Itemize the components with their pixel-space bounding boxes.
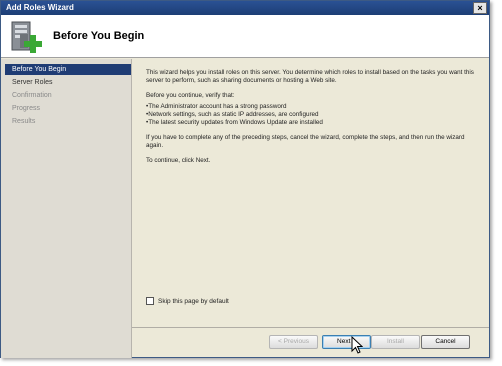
prerequisite-list: The Administrator account has a strong p… (146, 103, 476, 127)
intro-text: This wizard helps you install roles on t… (146, 69, 474, 84)
mouse-cursor-icon (351, 336, 363, 354)
footer-divider (132, 327, 489, 328)
wizard-step-sidebar: Before You Begin Server Roles Confirmati… (1, 59, 132, 358)
verify-heading: Before you continue, verify that: (146, 92, 235, 99)
sidebar-item-server-roles[interactable]: Server Roles (5, 77, 131, 88)
wizard-content: This wizard helps you install roles on t… (146, 69, 476, 172)
next-button[interactable]: Next > (322, 335, 371, 349)
skip-page-option[interactable]: Skip this page by default (146, 297, 229, 305)
add-roles-wizard-window: Add Roles Wizard × Before You Begin Befo… (0, 0, 490, 358)
sidebar-item-before-you-begin[interactable]: Before You Begin (5, 64, 131, 75)
server-add-icon (11, 21, 42, 53)
close-button[interactable]: × (473, 2, 487, 14)
advice-text: If you have to complete any of the prece… (146, 134, 465, 149)
skip-page-label: Skip this page by default (158, 297, 229, 305)
list-item: Network settings, such as static IP addr… (146, 111, 476, 119)
sidebar-item-progress: Progress (12, 105, 41, 112)
window-title: Add Roles Wizard (6, 3, 74, 12)
page-heading: Before You Begin (53, 30, 145, 42)
list-item: The Administrator account has a strong p… (146, 103, 476, 111)
previous-button[interactable]: < Previous (269, 335, 318, 349)
cancel-button[interactable]: Cancel (421, 335, 470, 349)
list-item: The latest security updates from Windows… (146, 119, 476, 127)
install-button[interactable]: Install (371, 335, 420, 349)
continue-text: To continue, click Next. (146, 157, 211, 164)
sidebar-item-confirmation: Confirmation (12, 92, 52, 99)
wizard-header: Before You Begin (1, 15, 489, 58)
sidebar-item-results: Results (12, 118, 36, 125)
title-bar[interactable]: Add Roles Wizard × (1, 1, 489, 15)
skip-page-checkbox[interactable] (146, 297, 154, 305)
